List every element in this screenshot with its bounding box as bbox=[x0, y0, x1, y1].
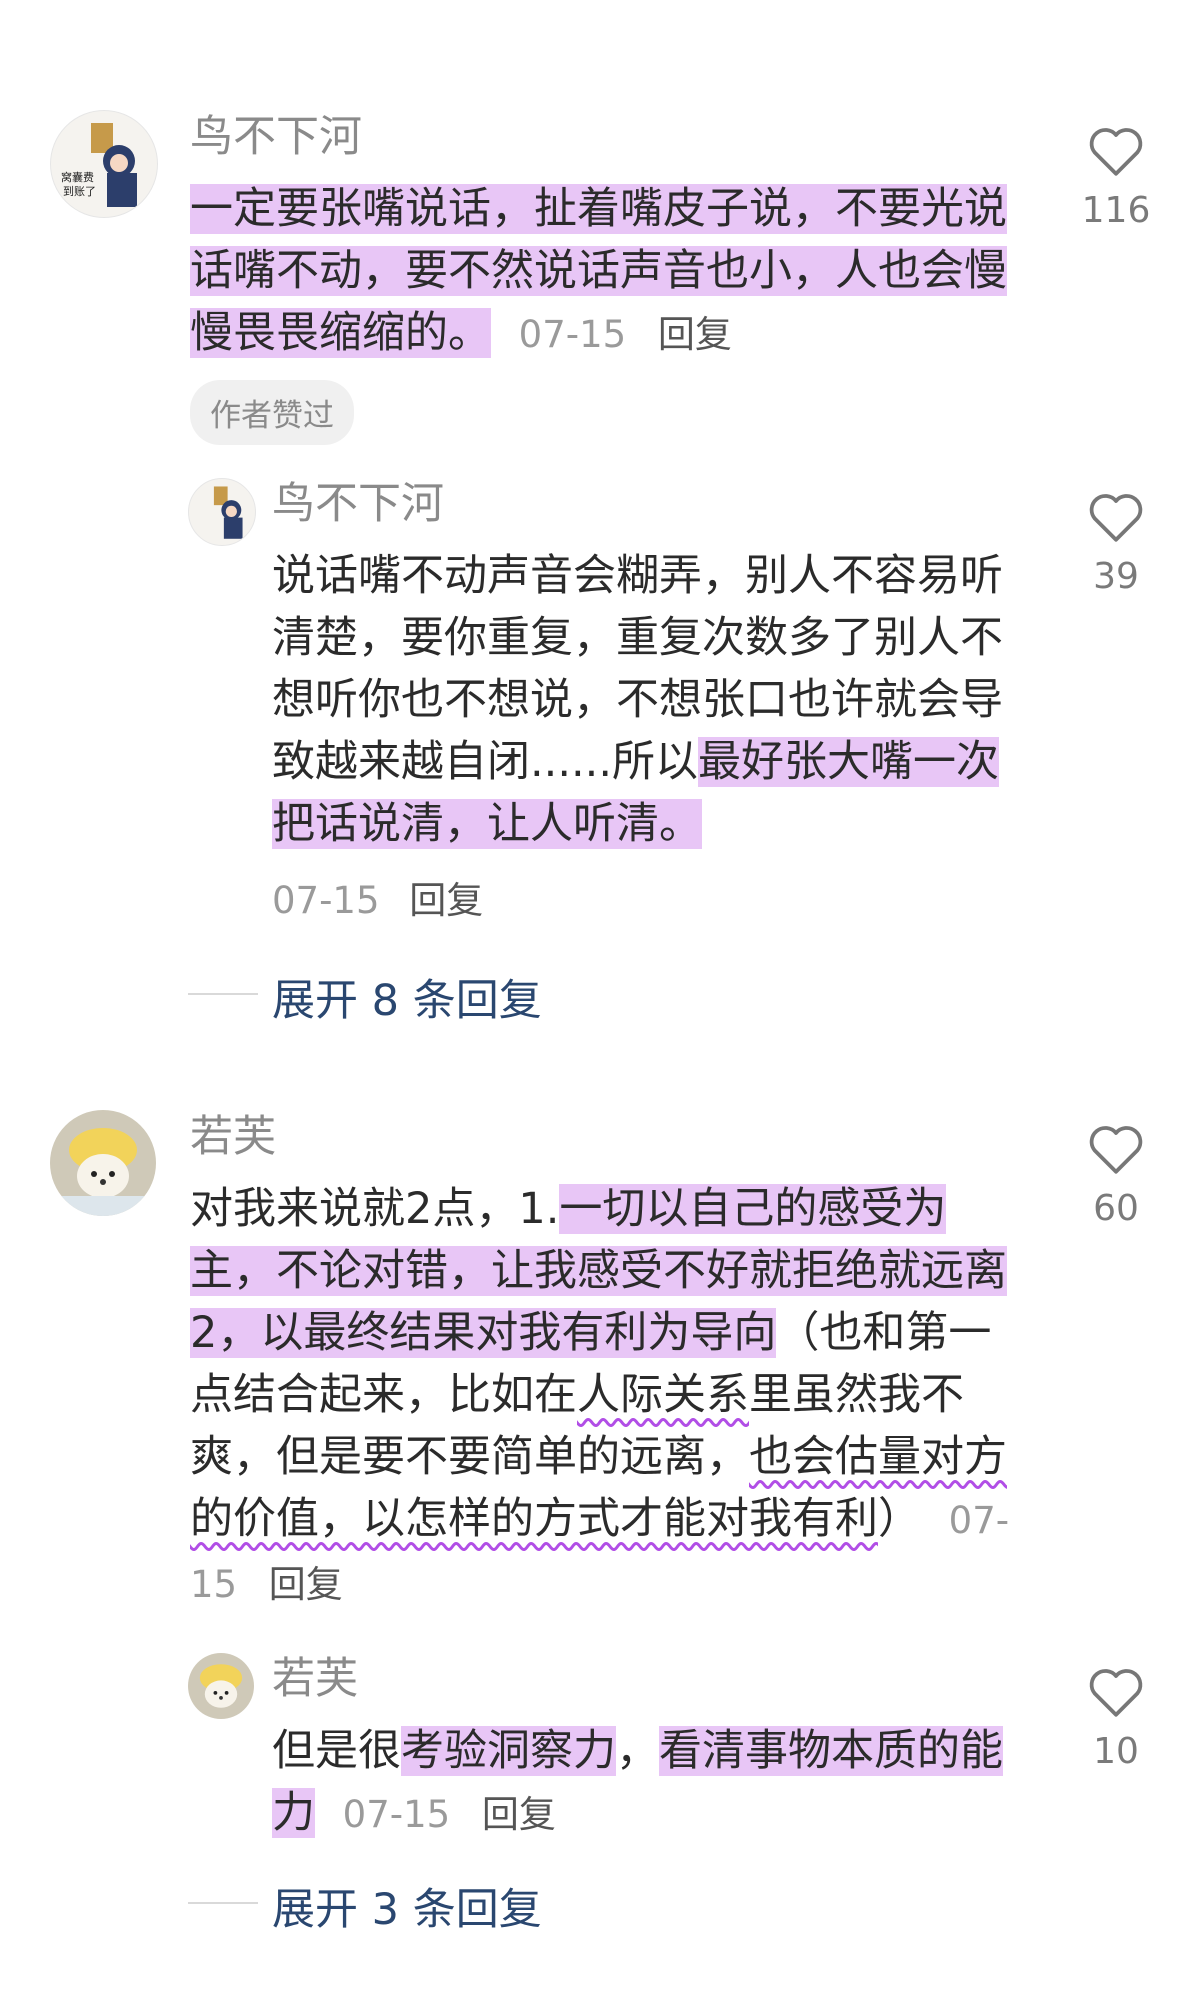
avatar[interactable] bbox=[50, 1110, 156, 1216]
divider bbox=[188, 993, 258, 995]
reply-text: 说话嘴不动声音会糊弄，别人不容易听清楚，要你重复，重复次数多了别人不想听你也不想… bbox=[272, 545, 1032, 855]
avatar[interactable]: 窝囊费 到账了 bbox=[50, 110, 158, 218]
comment-username[interactable]: 鸟不下河 bbox=[190, 116, 362, 159]
divider bbox=[188, 1902, 258, 1904]
like-count: 39 bbox=[1093, 556, 1139, 597]
reply-button[interactable]: 回复 bbox=[482, 1793, 556, 1836]
underlined-text: 人际关系 bbox=[577, 1370, 749, 1420]
expand-replies-button[interactable]: 展开 8 条回复 bbox=[272, 966, 542, 1028]
svg-text:到账了: 到账了 bbox=[63, 185, 96, 198]
avatar-illustration bbox=[213, 486, 243, 539]
avatar-dog-illustration bbox=[199, 1664, 243, 1708]
reply-date: 07-15 bbox=[272, 879, 380, 922]
like-button[interactable]: 39 bbox=[1056, 488, 1176, 597]
heart-outline-icon bbox=[1089, 1126, 1143, 1174]
reply-username[interactable]: 若芙 bbox=[272, 1658, 358, 1701]
reply-avatar[interactable] bbox=[188, 1653, 254, 1719]
reply-username[interactable]: 鸟不下河 bbox=[272, 483, 444, 526]
avatar-dog-illustration bbox=[50, 1128, 156, 1216]
avatar-illustration: 窝囊费 到账了 bbox=[61, 123, 137, 207]
text-plain: ） bbox=[878, 1494, 921, 1544]
comment-text: 对我来说就2点，1.一切以自己的感受为主，不论对错，让我感受不好就拒绝就远离2，… bbox=[190, 1178, 1030, 1616]
heart-outline-icon bbox=[1089, 128, 1143, 176]
author-liked-badge: 作者赞过 bbox=[190, 380, 354, 445]
svg-text:窝囊费: 窝囊费 bbox=[61, 170, 94, 184]
highlighted-text: 考验洞察力 bbox=[401, 1726, 616, 1776]
text-plain: ， bbox=[616, 1726, 659, 1776]
reply-meta: 07-15 回复 bbox=[272, 870, 483, 924]
text-plain: 对我来说就2点，1. bbox=[190, 1184, 560, 1234]
like-button[interactable]: 10 bbox=[1056, 1663, 1176, 1772]
heart-outline-icon bbox=[1089, 1669, 1143, 1717]
comment-text: 一定要张嘴说话，扯着嘴皮子说，不要光说话嘴不动，要不然说话声音也小，人也会慢慢畏… bbox=[190, 178, 1030, 366]
reply-avatar[interactable] bbox=[188, 478, 256, 546]
like-count: 60 bbox=[1093, 1188, 1139, 1229]
comment-date: 07-15 bbox=[518, 313, 627, 356]
reply-button[interactable]: 回复 bbox=[269, 1563, 343, 1606]
reply-button[interactable]: 回复 bbox=[658, 313, 732, 356]
reply-text: 但是很考验洞察力，看清事物本质的能力 07-15 回复 bbox=[272, 1720, 1032, 1846]
like-count: 116 bbox=[1081, 190, 1151, 231]
like-count: 10 bbox=[1093, 1731, 1139, 1772]
text-plain: 但是很 bbox=[272, 1726, 401, 1776]
expand-replies-button[interactable]: 展开 3 条回复 bbox=[272, 1875, 542, 1937]
like-button[interactable]: 116 bbox=[1056, 122, 1176, 231]
reply-date: 07-15 bbox=[342, 1793, 451, 1836]
comment-username[interactable]: 若芙 bbox=[190, 1116, 276, 1159]
heart-outline-icon bbox=[1089, 494, 1143, 542]
reply-button[interactable]: 回复 bbox=[409, 879, 483, 922]
like-button[interactable]: 60 bbox=[1056, 1120, 1176, 1229]
